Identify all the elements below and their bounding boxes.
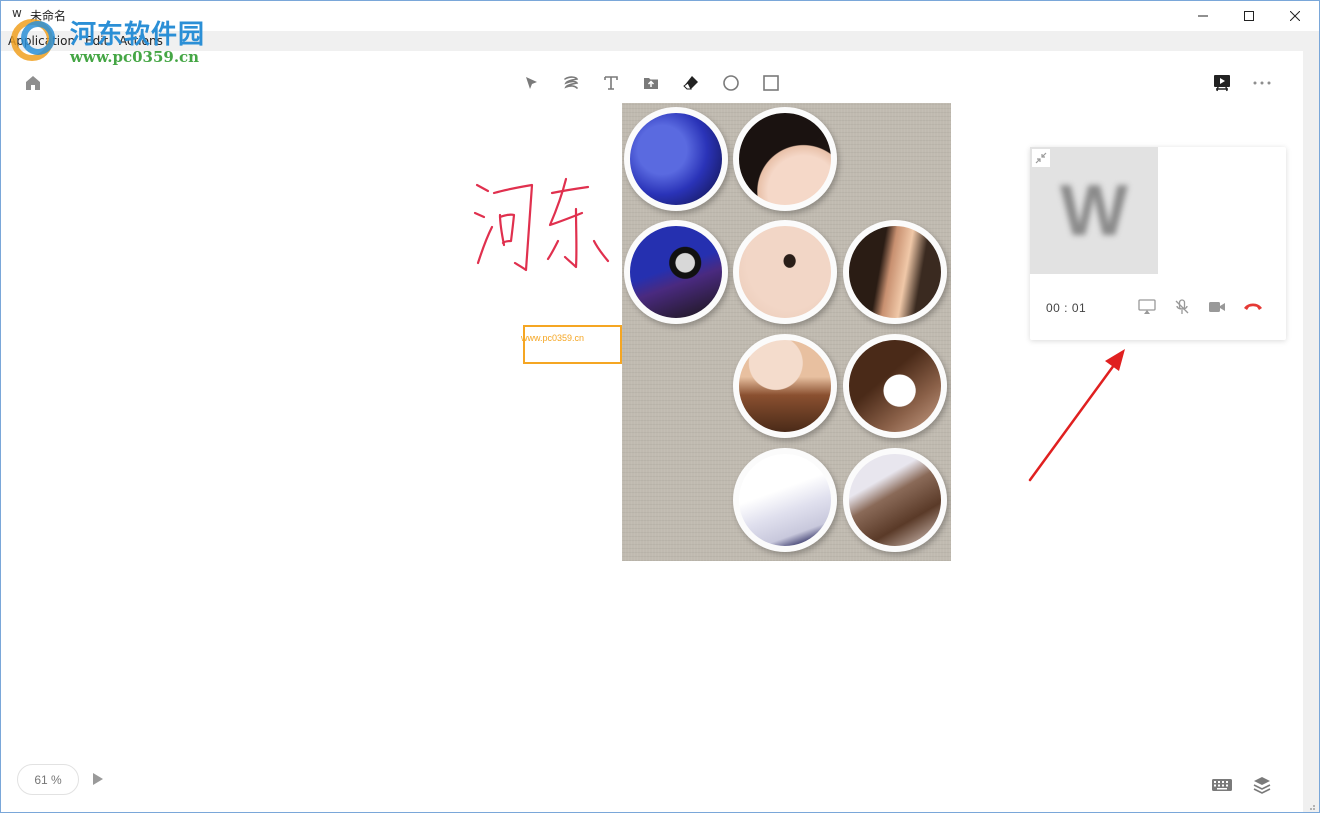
photo-bubble (843, 448, 947, 552)
mute-button[interactable] (1172, 298, 1192, 316)
circle-tool-button[interactable] (720, 72, 742, 94)
window-title: 未命名 (30, 9, 67, 23)
circle-icon (723, 75, 739, 91)
layers-button[interactable] (1250, 774, 1274, 796)
photo-bubble (843, 334, 947, 438)
select-tool-button[interactable] (520, 72, 542, 94)
zoom-level-button[interactable]: 61 % (17, 764, 79, 795)
play-button[interactable] (90, 771, 106, 787)
upload-icon (644, 78, 658, 89)
text-icon (604, 76, 618, 90)
home-icon (26, 76, 40, 90)
screen-share-button[interactable] (1137, 298, 1157, 316)
photo-bubble (624, 220, 728, 324)
pen-tool-button[interactable] (560, 72, 582, 94)
layers-icon (1253, 777, 1271, 794)
text-box-content[interactable]: www.pc0359.cn (521, 333, 584, 343)
rectangle-icon (763, 75, 779, 91)
photo-bubble (733, 107, 837, 211)
avatar-letter: W (1060, 170, 1128, 251)
maximize-icon (1244, 10, 1254, 21)
text-tool-button[interactable] (600, 72, 622, 94)
close-button[interactable] (1272, 0, 1318, 31)
mic-off-icon (1175, 299, 1189, 314)
call-timer: 00 : 01 (1046, 301, 1087, 315)
screen-share-icon (1138, 299, 1156, 314)
menu-bar: Application Edit Actions (0, 31, 1320, 51)
title-bar: w 未命名 (0, 0, 1320, 31)
photo-bubble (733, 448, 837, 552)
camera-icon (1209, 302, 1225, 312)
menu-actions[interactable]: Actions (119, 34, 163, 48)
select-icon (526, 77, 537, 89)
more-icon (1253, 81, 1271, 85)
menu-application[interactable]: Application (8, 34, 75, 48)
upload-tool-button[interactable] (640, 72, 662, 94)
annotation-arrow (1028, 349, 1125, 482)
pen-icon (564, 76, 579, 89)
photo-image[interactable] (622, 103, 951, 561)
menu-edit[interactable]: Edit (85, 34, 108, 48)
maximize-button[interactable] (1226, 0, 1272, 31)
photo-bubble (733, 220, 837, 324)
minimize-button[interactable] (1180, 0, 1226, 31)
home-button[interactable] (22, 72, 44, 94)
keyboard-button[interactable] (1210, 776, 1234, 794)
text-box-frame[interactable] (523, 325, 622, 364)
minimize-icon (1198, 15, 1208, 16)
close-icon (1290, 10, 1300, 21)
more-button[interactable] (1250, 72, 1274, 94)
app-icon: w (12, 6, 22, 20)
vertical-scrollbar[interactable] (1303, 51, 1319, 812)
present-button[interactable] (1210, 72, 1234, 94)
hangup-button[interactable] (1243, 298, 1263, 316)
video-call-panel: W 00 : 01 (1030, 147, 1286, 340)
keyboard-icon (1212, 779, 1232, 791)
eraser-tool-button[interactable] (680, 72, 702, 94)
rectangle-tool-button[interactable] (760, 72, 782, 94)
photo-bubble (624, 107, 728, 211)
resize-grip-icon[interactable] (1306, 796, 1316, 810)
camera-button[interactable] (1207, 298, 1227, 316)
photo-bubble (843, 220, 947, 324)
hangup-icon (1244, 303, 1262, 310)
play-icon (93, 773, 103, 785)
collapse-button[interactable] (1032, 149, 1050, 167)
collapse-icon (1035, 152, 1047, 164)
photo-bubble (733, 334, 837, 438)
present-icon (1214, 75, 1230, 92)
eraser-icon (683, 76, 698, 90)
handwriting-stroke[interactable] (470, 175, 620, 275)
